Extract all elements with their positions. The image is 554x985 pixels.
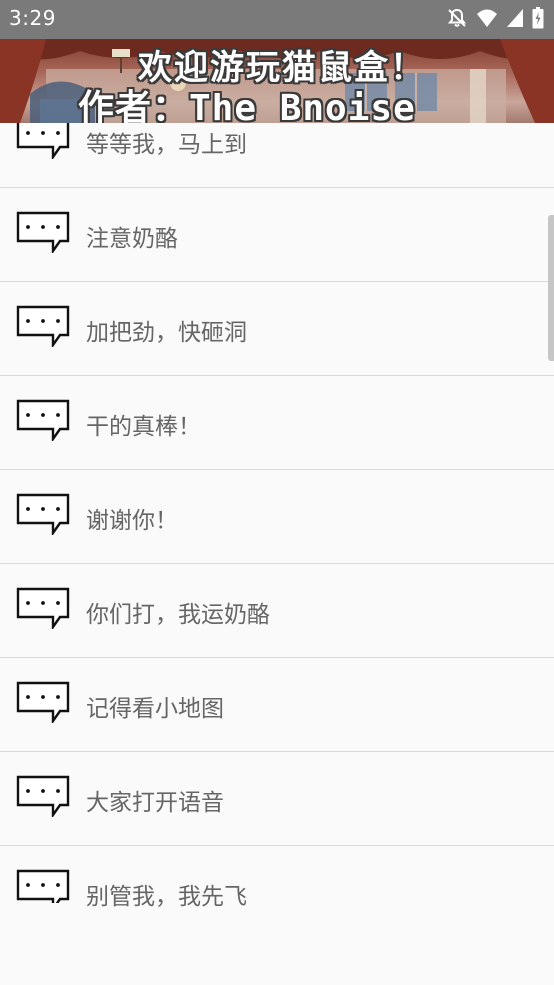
message-bubble-icon [16,493,70,535]
message-label: 等等我，马上到 [86,132,247,158]
message-bubble-icon [16,775,70,817]
status-bar: 3:29 [0,0,554,39]
cell-signal-icon [506,8,524,28]
list-item[interactable]: 干的真棒！ [0,377,554,470]
notifications-off-icon [446,7,468,29]
list-item[interactable]: 大家打开语音 [0,753,554,846]
message-bubble-icon [16,305,70,347]
message-label: 大家打开语音 [86,790,224,816]
scrollbar-thumb[interactable] [548,215,554,361]
message-bubble-icon [16,681,70,723]
list-item[interactable]: 记得看小地图 [0,659,554,752]
quick-message-list[interactable]: 等等我，马上到 注意奶酪 加把劲，快砸洞 干的真棒！ 谢谢你！ 你们打，我运奶酪… [0,95,554,985]
message-label: 加把劲，快砸洞 [86,320,247,346]
message-label: 谢谢你！ [86,508,178,534]
list-item[interactable]: 谢谢你！ [0,471,554,564]
message-label: 注意奶酪 [86,226,178,252]
list-item[interactable]: 你们打，我运奶酪 [0,565,554,658]
welcome-banner: 欢迎游玩猫鼠盒！ 作者：The_Bnoise [0,39,554,123]
message-bubble-icon [16,117,70,159]
wifi-icon [476,8,498,28]
list-item[interactable]: 注意奶酪 [0,189,554,282]
message-label: 别管我，我先飞 [86,884,247,910]
list-item[interactable]: 别管我，我先飞 [0,847,554,940]
message-bubble-icon [16,587,70,629]
message-label: 你们打，我运奶酪 [86,602,270,628]
message-label: 记得看小地图 [86,696,224,722]
message-bubble-icon [16,399,70,441]
status-time: 3:29 [9,6,56,30]
message-bubble-icon [16,869,70,911]
banner-author-text: 作者：The_Bnoise [78,88,416,123]
message-label: 干的真棒！ [86,414,201,440]
list-item[interactable]: 加把劲，快砸洞 [0,283,554,376]
battery-icon [532,7,544,29]
status-icons [446,7,544,29]
message-bubble-icon [16,211,70,253]
